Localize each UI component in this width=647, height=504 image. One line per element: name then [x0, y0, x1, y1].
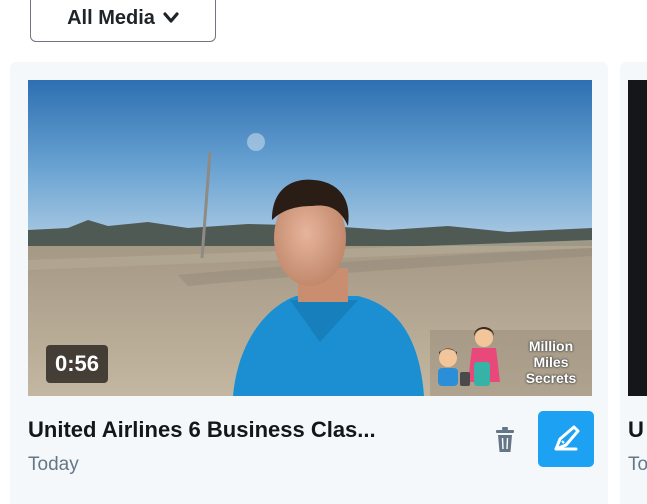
video-thumbnail[interactable]: [628, 80, 647, 396]
media-title: United Airlines 6 Business Clas...: [28, 417, 376, 442]
media-date: To: [628, 454, 647, 475]
media-card[interactable]: U To: [620, 62, 647, 504]
media-filter-dropdown[interactable]: All Media: [30, 0, 216, 42]
video-duration-badge: 0:56: [46, 345, 109, 383]
trash-icon[interactable]: [494, 426, 516, 454]
media-filter-label: All Media: [67, 7, 155, 29]
watermark-text: Million Miles Secrets: [525, 338, 577, 386]
video-thumbnail[interactable]: 0:56 Million Miles Secrets: [28, 80, 592, 396]
media-library-page: All Media 0:56 Million Miles Secrets Uni…: [0, 0, 647, 504]
edit-media-button[interactable]: [538, 411, 594, 467]
media-date: Today: [28, 454, 79, 475]
channel-watermark: Million Miles Secrets: [430, 322, 592, 394]
chevron-down-icon: [163, 12, 179, 24]
watermark-logo: [438, 327, 500, 386]
media-card[interactable]: 0:56 Million Miles Secrets United Airlin…: [10, 62, 608, 504]
media-title: U: [628, 417, 644, 442]
edit-pencil-icon: [554, 425, 580, 451]
